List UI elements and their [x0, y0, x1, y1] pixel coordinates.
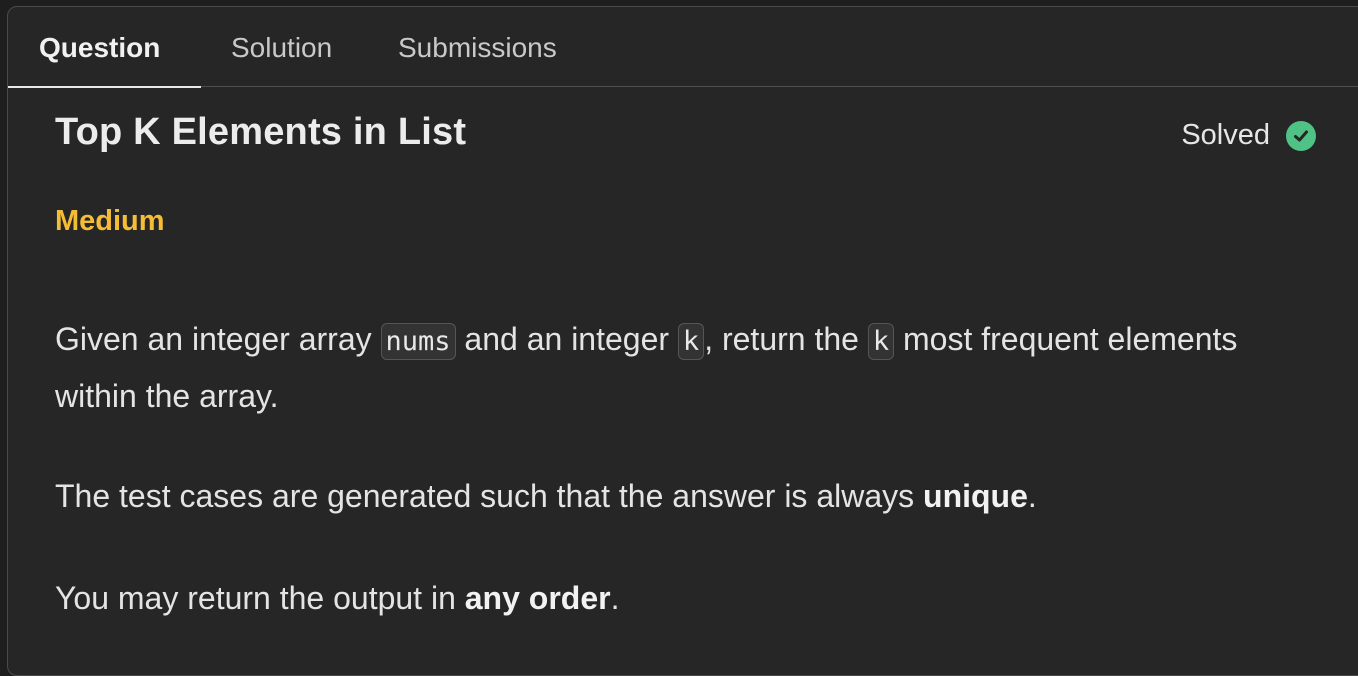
- description-text: .: [1027, 478, 1037, 514]
- description-text: .: [610, 580, 620, 616]
- problem-title: Top K Elements in List: [55, 111, 467, 153]
- description-paragraph-1: Given an integer array nums and an integ…: [55, 312, 1285, 423]
- title-row: Top K Elements in List Solved: [55, 91, 1316, 175]
- description-paragraph-3: You may return the output in any order.: [55, 571, 1285, 625]
- difficulty-badge: Medium: [55, 205, 165, 237]
- problem-content: Top K Elements in List Solved Medium Giv…: [55, 91, 1316, 616]
- description-text: , return the: [704, 321, 868, 357]
- description-text: The test cases are generated such that t…: [55, 478, 924, 514]
- tab-bar: Question Solution Submissions: [8, 7, 1358, 88]
- solved-status: Solved: [1181, 119, 1316, 152]
- code-k: k: [867, 323, 895, 360]
- code-nums: nums: [380, 323, 456, 360]
- code-k: k: [677, 323, 705, 360]
- description-text: Given an integer array: [55, 321, 381, 357]
- description-text: and an integer: [455, 321, 678, 357]
- problem-panel: Question Solution Submissions Top K Elem…: [7, 6, 1358, 676]
- check-circle-icon: [1286, 120, 1316, 151]
- solved-label: Solved: [1181, 119, 1270, 151]
- emphasis-unique: unique: [923, 478, 1028, 514]
- emphasis-any-order: any order: [464, 580, 611, 616]
- description-text: You may return the output in: [55, 580, 465, 616]
- description-paragraph-2: The test cases are generated such that t…: [55, 469, 1285, 523]
- tab-submissions[interactable]: Submissions: [377, 8, 587, 86]
- tab-question[interactable]: Question: [8, 8, 201, 88]
- tab-solution[interactable]: Solution: [201, 8, 377, 86]
